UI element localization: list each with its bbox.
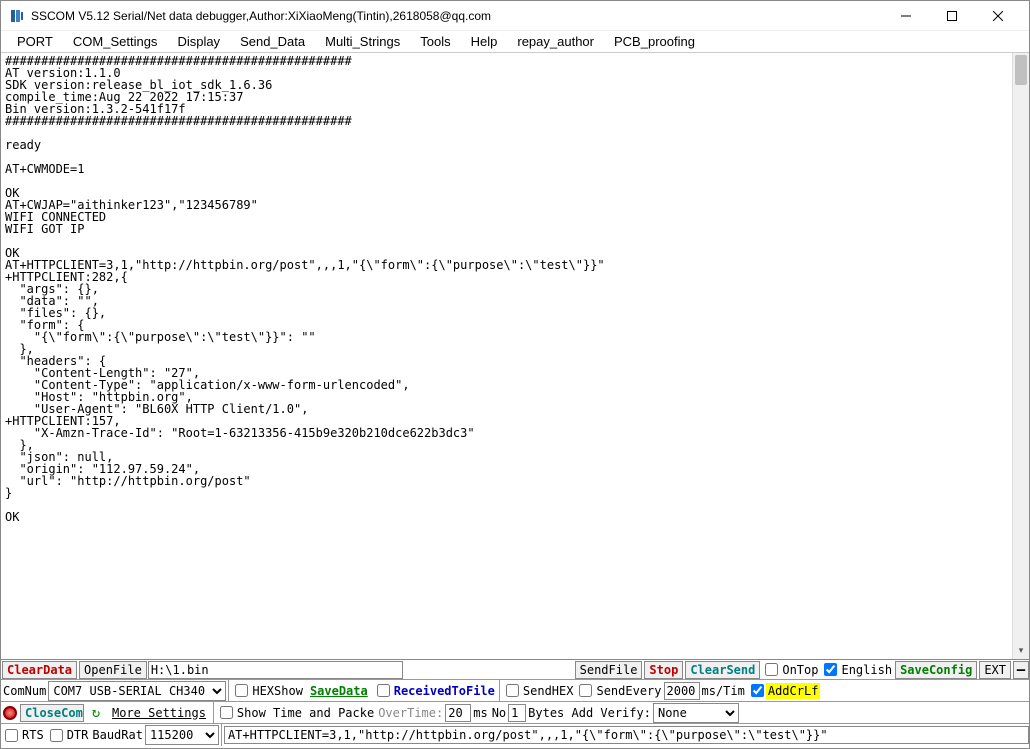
hexshow-label: HEXShow bbox=[250, 684, 305, 698]
com-port-select[interactable]: COM7 USB-SERIAL CH340 bbox=[48, 681, 226, 701]
ext-button[interactable]: EXT bbox=[979, 661, 1011, 679]
close-com-button[interactable]: CloseCom bbox=[20, 704, 84, 722]
menu-display[interactable]: Display bbox=[167, 32, 230, 51]
minimize-button[interactable] bbox=[883, 1, 929, 31]
bytes-verify-label: Bytes Add Verify: bbox=[526, 706, 653, 720]
menu-send-data[interactable]: Send_Data bbox=[230, 32, 315, 51]
menu-multi-strings[interactable]: Multi_Strings bbox=[315, 32, 410, 51]
comnum-label: ComNum bbox=[1, 684, 48, 698]
connection-status-icon bbox=[3, 706, 17, 720]
sendevery-label: SendEvery bbox=[594, 684, 663, 698]
baudrate-select[interactable]: 115200 bbox=[145, 725, 219, 745]
show-time-checkbox[interactable] bbox=[220, 706, 233, 719]
verify-select[interactable]: None bbox=[653, 703, 739, 723]
send-input[interactable]: AT+HTTPCLIENT=3,1,"http://httpbin.org/po… bbox=[224, 726, 1029, 744]
save-data-button[interactable]: SaveData bbox=[306, 682, 372, 700]
save-config-button[interactable]: SaveConfig bbox=[895, 661, 977, 679]
sendhex-checkbox[interactable] bbox=[506, 684, 519, 697]
addcrlf-label: AddCrLf bbox=[766, 683, 821, 699]
scroll-down-icon[interactable]: ▾ bbox=[1013, 642, 1029, 659]
ms-tim-label: ms/Tim bbox=[700, 684, 747, 698]
overtime-label: OverTime: bbox=[376, 706, 445, 720]
open-file-button[interactable]: OpenFile bbox=[79, 661, 147, 679]
ms-label: ms bbox=[471, 706, 489, 720]
stop-button[interactable]: Stop bbox=[644, 661, 683, 679]
baudrate-label: BaudRat bbox=[90, 728, 145, 742]
no-label: No bbox=[490, 706, 508, 720]
maximize-button[interactable] bbox=[929, 1, 975, 31]
clear-send-button[interactable]: ClearSend bbox=[685, 661, 760, 679]
refresh-icon[interactable]: ↻ bbox=[88, 705, 104, 721]
english-checkbox[interactable] bbox=[824, 663, 837, 676]
show-time-label: Show Time and Packe bbox=[235, 706, 376, 720]
menu-repay-author[interactable]: repay_author bbox=[507, 32, 604, 51]
recv-to-file-checkbox[interactable] bbox=[377, 684, 390, 697]
overtime-input[interactable] bbox=[445, 704, 471, 722]
no-input[interactable] bbox=[508, 704, 526, 722]
ext-collapse-button[interactable]: — bbox=[1013, 661, 1029, 679]
ontop-label: OnTop bbox=[780, 663, 820, 677]
app-icon bbox=[9, 8, 25, 24]
menu-help[interactable]: Help bbox=[461, 32, 508, 51]
addcrlf-checkbox[interactable] bbox=[751, 684, 764, 697]
menu-port[interactable]: PORT bbox=[7, 32, 63, 51]
sendevery-checkbox[interactable] bbox=[579, 684, 592, 697]
close-button[interactable] bbox=[975, 1, 1021, 31]
terminal-output[interactable]: ########################################… bbox=[1, 53, 1005, 660]
more-settings-button[interactable]: More Settings bbox=[108, 704, 210, 722]
menu-com-settings[interactable]: COM_Settings bbox=[63, 32, 168, 51]
file-path-input[interactable] bbox=[148, 661, 403, 679]
dtr-label: DTR bbox=[65, 728, 91, 742]
recv-to-file-label: ReceivedToFile bbox=[392, 684, 497, 698]
menu-pcb-proofing[interactable]: PCB_proofing bbox=[604, 32, 705, 51]
scrollbar[interactable]: ▴ ▾ bbox=[1012, 53, 1029, 659]
window-title: SSCOM V5.12 Serial/Net data debugger,Aut… bbox=[31, 9, 883, 23]
dtr-checkbox[interactable] bbox=[50, 729, 63, 742]
rts-label: RTS bbox=[20, 728, 46, 742]
menu-bar: PORT COM_Settings Display Send_Data Mult… bbox=[1, 31, 1029, 53]
scroll-thumb[interactable] bbox=[1015, 55, 1027, 85]
send-file-button[interactable]: SendFile bbox=[575, 661, 643, 679]
english-label: English bbox=[839, 663, 894, 677]
period-input[interactable] bbox=[664, 682, 700, 700]
hexshow-checkbox[interactable] bbox=[235, 684, 248, 697]
ontop-checkbox[interactable] bbox=[765, 663, 778, 676]
rts-checkbox[interactable] bbox=[5, 729, 18, 742]
clear-data-button[interactable]: ClearData bbox=[2, 661, 77, 679]
sendhex-label: SendHEX bbox=[521, 684, 576, 698]
menu-tools[interactable]: Tools bbox=[410, 32, 460, 51]
